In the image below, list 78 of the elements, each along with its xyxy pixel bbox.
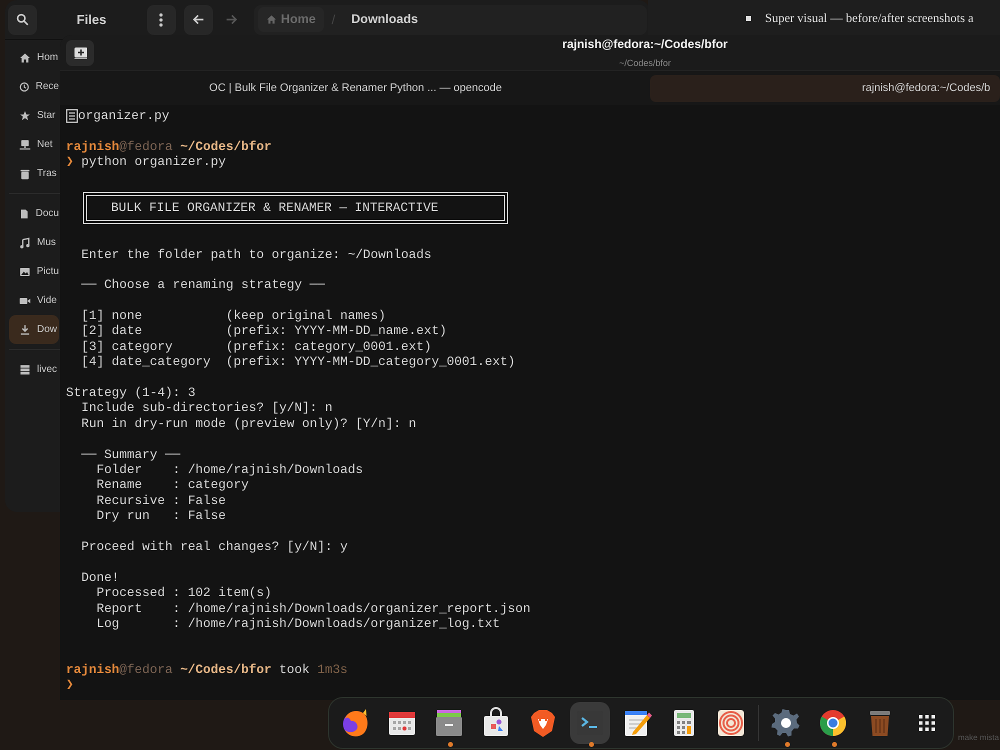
output-line: Run in dry-run mode (preview only)? [Y/n]: n <box>80 416 416 432</box>
sidebar-item[interactable]: Hom <box>9 43 59 72</box>
sidebar-item[interactable]: Star <box>9 101 59 130</box>
prompt-user: rajnish <box>66 662 120 678</box>
sidebar-item[interactable]: Pictu <box>9 257 59 286</box>
sidebar-item[interactable]: Net <box>9 130 59 159</box>
prompt-host: @fedora <box>119 662 173 678</box>
path-crumb[interactable]: Downloads <box>343 7 426 32</box>
output-line: [1] none (keep original names) <box>80 308 386 324</box>
output-line: Proceed with real changes? [y/N]: y <box>80 538 348 554</box>
terminal-tab[interactable]: rajnish@fedora:~/Codes/b <box>650 74 1000 102</box>
output-line: [4] date_category (prefix: YYYY-MM-DD_category_0001.ext) <box>80 354 516 370</box>
document-icon <box>19 208 30 220</box>
prompt-symbol: ❯ <box>66 154 74 170</box>
banner-title: BULK FILE ORGANIZER & RENAMER — INTERACTIVE <box>111 200 438 216</box>
output-line: Log : /home/rajnish/Downloads/organizer_log.txt <box>95 616 500 632</box>
sidebar-item[interactable]: livec <box>9 355 59 384</box>
output-line: Done! <box>80 570 120 586</box>
search-icon <box>16 13 30 26</box>
gear-icon <box>770 707 802 739</box>
new-tab-icon <box>74 46 86 58</box>
output-line: ── Summary ── <box>80 446 180 462</box>
star-icon <box>19 110 31 122</box>
sidebar-item[interactable]: Rece <box>9 72 59 101</box>
background-text: make mista <box>958 732 999 744</box>
output-line: ── Choose a renaming strategy ── <box>80 277 325 293</box>
output-line: Folder : /home/rajnish/Downloads <box>95 462 363 478</box>
sidebar-item[interactable]: Docu <box>9 199 59 228</box>
window-title: Files <box>76 10 108 29</box>
image-icon <box>19 266 31 278</box>
sidebar-item[interactable]: Vide <box>9 286 59 315</box>
path-separator: / <box>332 10 336 29</box>
window-subtitle: ~/Codes/bfor <box>619 58 671 68</box>
download-icon <box>19 324 31 336</box>
computer-icon <box>19 138 31 150</box>
prompt-path: ~/Codes/bfor <box>180 662 272 678</box>
output-line: Strategy (1-4): 3 <box>66 385 196 400</box>
server-icon <box>19 364 31 376</box>
output-line: Enter the folder path to organize: ~/Downloads <box>80 246 432 262</box>
sidebar-item[interactable]: Tras <box>9 159 59 188</box>
window-title: rajnish@fedora:~/Codes/bfor <box>562 38 728 52</box>
command-text: python organizer.py <box>81 154 226 170</box>
prompt-path: ~/Codes/bfor <box>180 138 272 154</box>
prompt-text: took <box>279 662 310 678</box>
output-line: Recursive : False <box>95 492 226 508</box>
trash-icon <box>19 168 31 180</box>
sidebar-item[interactable]: Mus <box>9 228 59 257</box>
file-cabinet-icon <box>433 707 465 739</box>
sidebar-item[interactable]: Dow <box>9 315 59 344</box>
menu-button[interactable] <box>146 4 176 34</box>
music-note-icon <box>19 236 31 248</box>
output-line: [3] category (prefix: category_0001.ext) <box>80 338 432 354</box>
home-icon <box>266 14 277 25</box>
output-line: Processed : 102 item(s) <box>95 585 272 601</box>
file-name: organizer.py <box>78 108 170 124</box>
output-line: Dry run : False <box>95 508 226 524</box>
file-icon <box>66 109 78 123</box>
output-line: Include sub-directories? [y/N]: n <box>80 400 332 416</box>
bullet-icon <box>746 16 751 20</box>
forward-arrow-icon <box>224 13 238 26</box>
clock-icon <box>19 80 30 92</box>
output-line: Report : /home/rajnish/Downloads/organizer_report.json <box>95 600 530 616</box>
prompt-host: @fedora <box>119 138 173 154</box>
command-duration: 1m3s <box>317 662 348 678</box>
terminal-tab[interactable]: OC | Bulk File Organizer & Renamer Python ... — opencode <box>66 74 645 102</box>
target-icon <box>715 707 747 739</box>
back-button[interactable] <box>184 4 214 34</box>
prompt-symbol: ❯ <box>66 677 74 693</box>
search-button[interactable] <box>8 4 38 34</box>
list-item-text: Super visual — before/after screenshots a <box>765 10 974 27</box>
output-line: Rename : category <box>95 477 249 493</box>
home-icon <box>19 52 31 64</box>
output-line: [2] date (prefix: YYYY-MM-DD_name.ext) <box>80 323 447 339</box>
back-arrow-icon <box>192 13 206 26</box>
kebab-icon <box>159 12 164 26</box>
new-tab-button[interactable] <box>66 40 94 66</box>
dock-item[interactable] <box>570 702 610 744</box>
prompt-user: rajnish <box>66 138 120 154</box>
